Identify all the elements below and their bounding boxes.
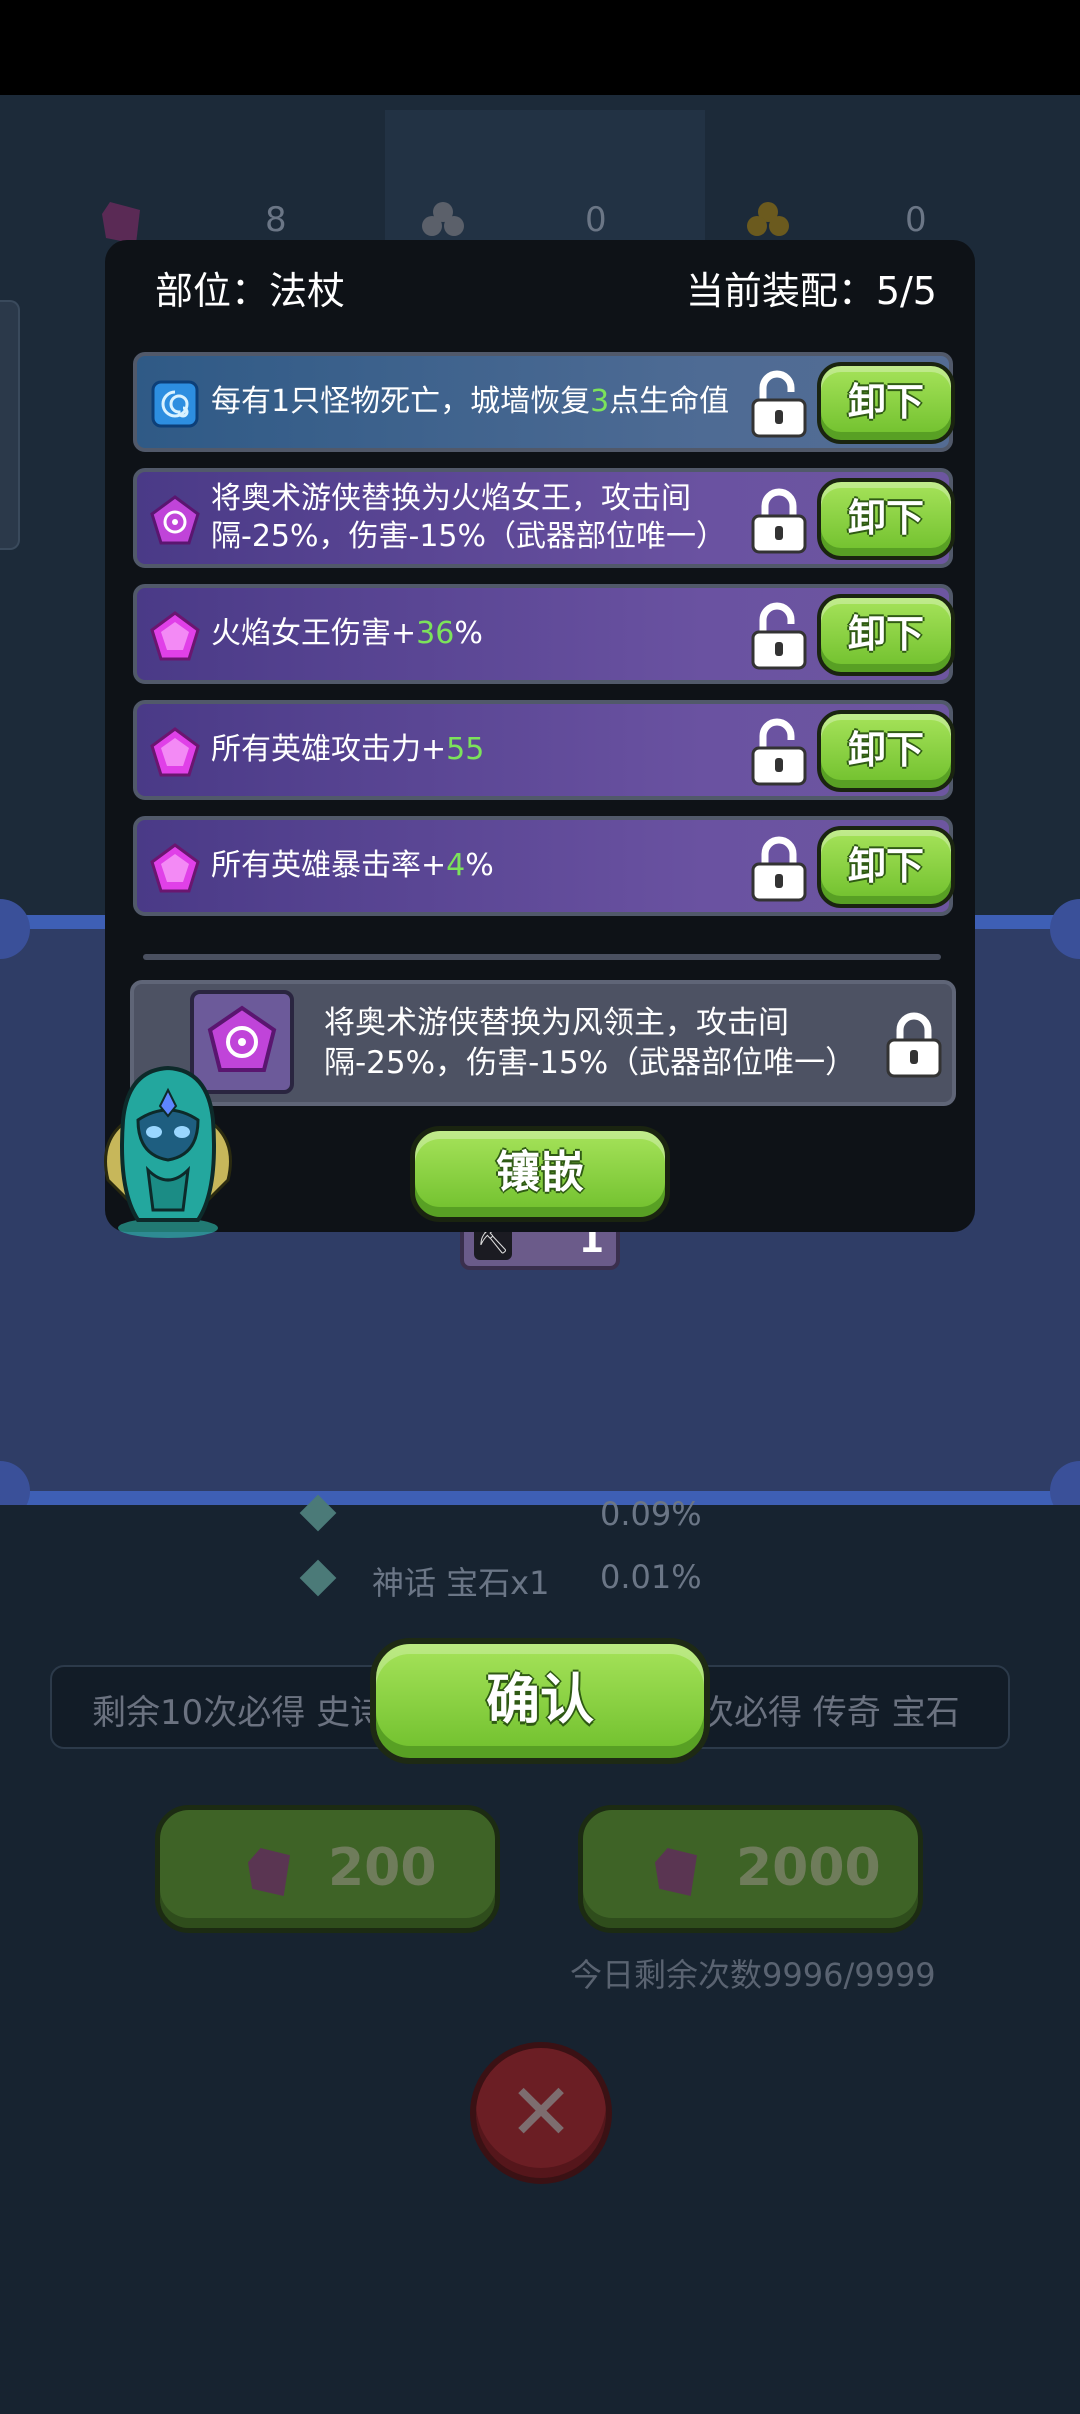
pink-pentagon-gem-icon: [150, 843, 200, 893]
confirm-label: 确认: [486, 1668, 594, 1731]
candidate-effect-text: 将奥术游侠替换为风领主，攻击间隔-25%，伤害-15%（武器部位唯一）: [324, 1005, 857, 1081]
side-tab[interactable]: [0, 300, 20, 550]
gem-effect-text: 将奥术游侠替换为火焰女王，攻击间隔-25%，伤害-15%（武器部位唯一）: [211, 481, 727, 554]
pink-pentagon-gem-icon: [150, 727, 200, 777]
unequip-button[interactable]: 卸下: [817, 478, 955, 560]
unlocked-padlock-icon[interactable]: [747, 718, 811, 788]
gem-effect-text: 所有英雄暴击率+4%: [211, 848, 494, 883]
pink-pentagon-gem-icon: [150, 611, 200, 661]
equipped-gem-slot: 将奥术游侠替换为火焰女王，攻击间隔-25%，伤害-15%（武器部位唯一） 卸下: [133, 468, 955, 568]
remaining-today: 今日剩余次数9996/9999: [570, 1956, 936, 1994]
draw-cost: 200: [328, 1838, 437, 1898]
rate-value: 0.09%: [600, 1495, 702, 1533]
equipped-gem-slot: 所有英雄暴击率+4% 卸下: [133, 816, 955, 916]
unequip-button[interactable]: 卸下: [817, 826, 955, 908]
gem-effect-text: 每有1只怪物死亡，城墙恢复3点生命值: [211, 384, 730, 419]
currency-gold-count: 0: [905, 200, 927, 240]
hooded-mage-character: [104, 1065, 232, 1238]
currency-gray-count: 0: [585, 200, 607, 240]
close-button[interactable]: ✕: [470, 2042, 612, 2184]
unequip-button[interactable]: 卸下: [817, 710, 955, 792]
unequip-button[interactable]: 卸下: [817, 594, 955, 676]
slot-label: 部位：法杖: [155, 269, 346, 313]
unlocked-padlock-icon[interactable]: [747, 370, 811, 440]
equipped-gem-slot: 每有1只怪物死亡，城墙恢复3点生命值 卸下: [133, 352, 955, 452]
inlay-label: 镶嵌: [496, 1147, 584, 1198]
game-screen: 8 0 0 ⛏ 1 0.09% 神话 宝石x1 0.01% 剩余10次必得 史诗…: [0, 0, 1080, 2414]
locked-padlock-icon[interactable]: [747, 486, 811, 556]
gem-effect-text: 所有英雄攻击力+55: [211, 732, 485, 767]
confirm-button[interactable]: 确认: [370, 1638, 710, 1764]
currency-gem-count: 8: [265, 200, 287, 240]
locked-padlock-icon[interactable]: [882, 1010, 946, 1080]
guarantee-text-left: 剩余10次必得 史诗: [92, 1693, 385, 1733]
rate-label: 神话 宝石x1: [372, 1564, 550, 1602]
rate-value: 0.01%: [600, 1558, 702, 1596]
guarantee-text-right: 次必得 传奇 宝石: [700, 1693, 960, 1733]
equipped-gem-slot: 所有英雄攻击力+55 卸下: [133, 700, 955, 800]
locked-padlock-icon[interactable]: [747, 834, 811, 904]
equipped-count: 当前装配：5/5: [685, 269, 937, 313]
inlay-button[interactable]: 镶嵌: [410, 1126, 670, 1222]
unlocked-padlock-icon[interactable]: [747, 602, 811, 672]
unequip-button[interactable]: 卸下: [817, 362, 955, 444]
close-icon: ✕: [508, 2068, 574, 2158]
equipped-gem-slot: 火焰女王伤害+36% 卸下: [133, 584, 955, 684]
purple-rune-gem-icon: [150, 495, 200, 545]
gem-effect-text: 火焰女王伤害+36%: [211, 616, 483, 651]
status-bar: [0, 0, 1080, 95]
draw-cost: 2000: [736, 1838, 881, 1898]
panel-divider: [143, 954, 941, 960]
candidate-gem-card[interactable]: 将奥术游侠替换为风领主，攻击间隔-25%，伤害-15%（武器部位唯一）: [130, 980, 956, 1106]
blue-swirl-gem-icon: [151, 380, 199, 428]
